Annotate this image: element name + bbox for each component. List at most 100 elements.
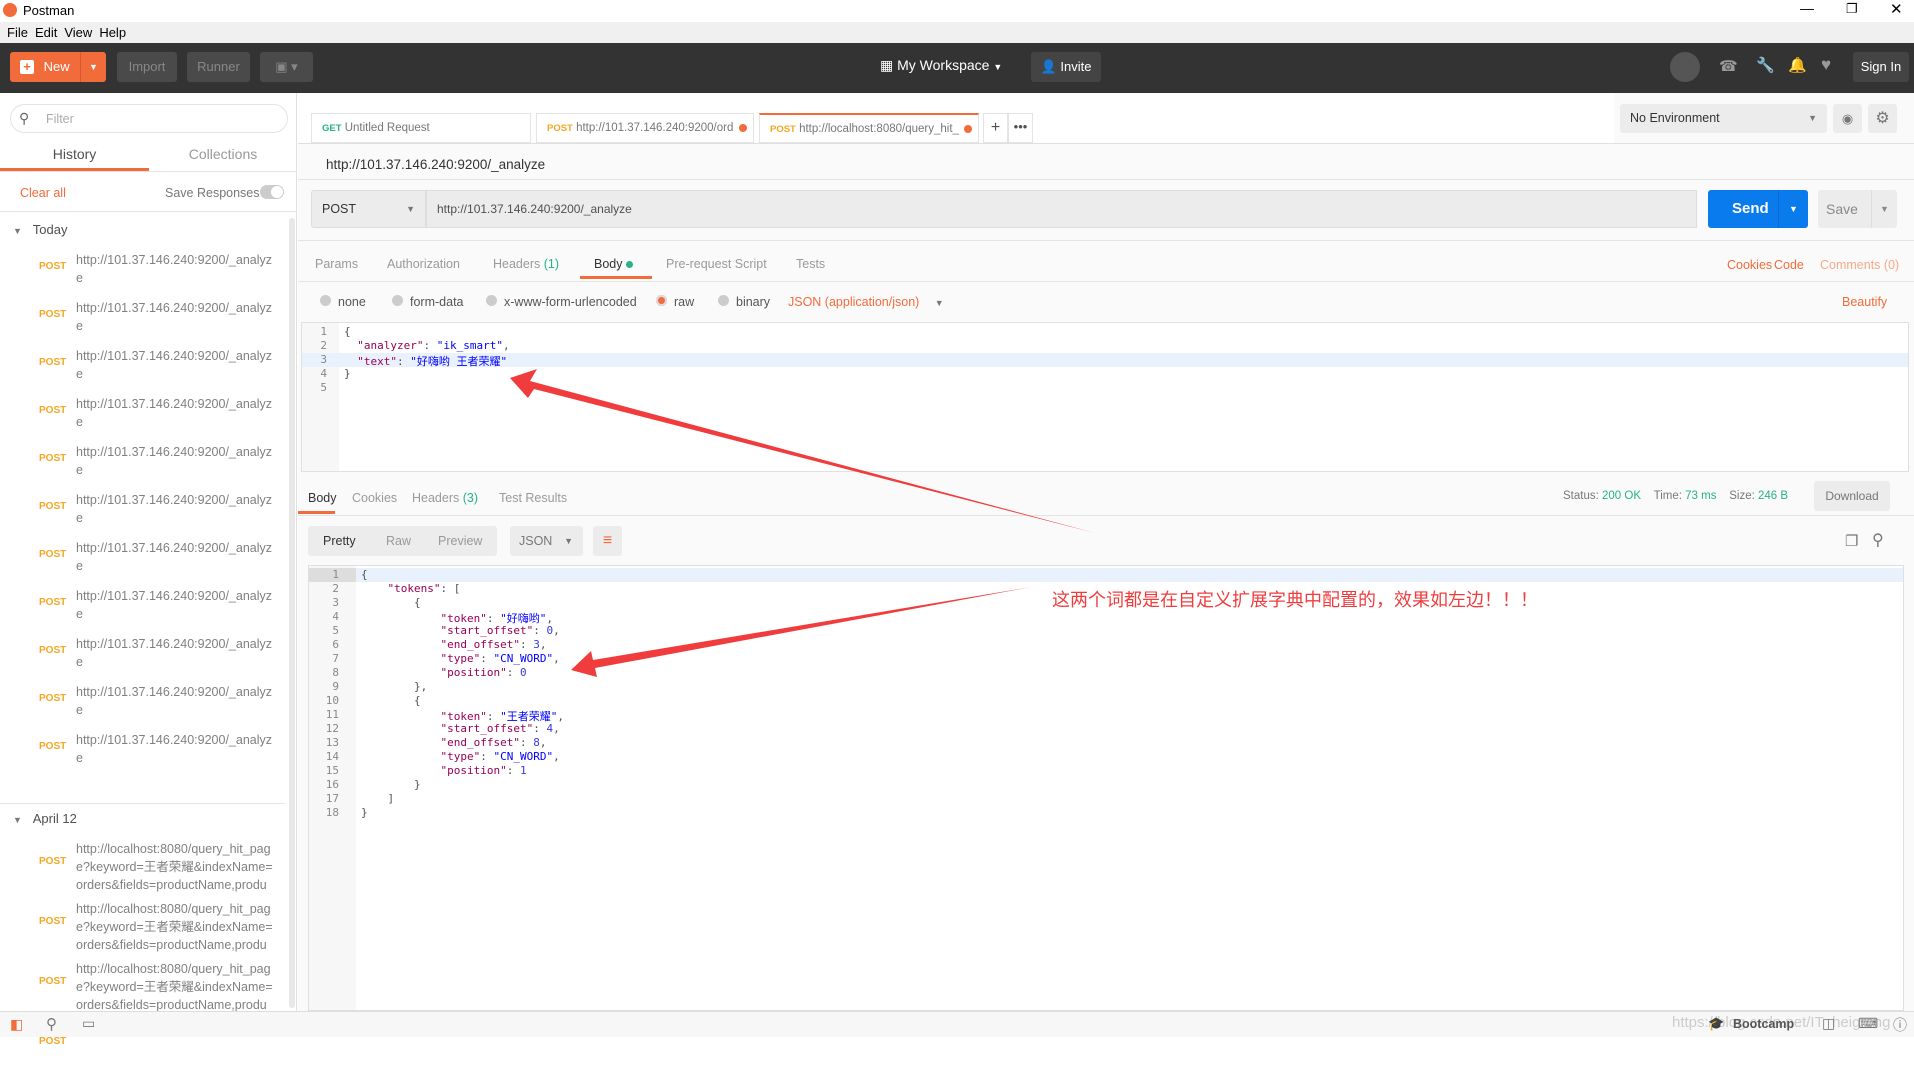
send-button[interactable]: Send ▼	[1708, 190, 1808, 228]
two-pane-icon[interactable]: ◫	[1822, 1015, 1835, 1032]
menu-file[interactable]: File	[7, 25, 28, 40]
eye-icon[interactable]: ◉	[1833, 104, 1862, 133]
comments-link[interactable]: Comments (0)	[1820, 258, 1899, 272]
wrench-icon[interactable]: 🔧	[1756, 56, 1775, 74]
clear-all-link[interactable]: Clear all	[20, 186, 66, 200]
sync-icon[interactable]	[1670, 52, 1700, 82]
restore-button[interactable]: ❐	[1846, 1, 1858, 17]
invite-button[interactable]: 👤 Invite	[1031, 52, 1101, 82]
bootcamp-link[interactable]: Bootcamp	[1733, 1017, 1794, 1031]
body-type-x-www-form-urlencoded[interactable]: x-www-form-urlencoded	[486, 295, 637, 309]
history-item[interactable]: POST http://101.37.146.240:9200/_analyze	[0, 297, 285, 345]
menu-help[interactable]: Help	[99, 25, 126, 40]
wrap-lines-icon[interactable]: ≡	[593, 526, 622, 556]
history-item[interactable]: POST http://101.37.146.240:9200/_analyze	[0, 489, 285, 537]
save-responses-label: Save Responses	[165, 186, 260, 200]
url-input[interactable]: http://101.37.146.240:9200/_analyze	[426, 190, 1697, 228]
history-item[interactable]: POST http://101.37.146.240:9200/_analyze	[0, 393, 285, 441]
tab-headers[interactable]: Headers (1)	[493, 257, 559, 271]
format-select[interactable]: JSON ▼	[510, 526, 583, 556]
body-type-form-data[interactable]: form-data	[392, 295, 464, 309]
history-item[interactable]: POST http://localhost:8080/query_hit_page…	[0, 958, 285, 1018]
search-icon[interactable]: ⚲	[1872, 530, 1884, 550]
menu-edit[interactable]: Edit	[35, 25, 57, 40]
history-item[interactable]: POST http://101.37.146.240:9200/_analyze	[0, 345, 285, 393]
tab-collections[interactable]: Collections	[149, 140, 297, 171]
tab-authorization[interactable]: Authorization	[387, 257, 460, 271]
satellite-icon[interactable]: ☎	[1719, 57, 1738, 75]
toggle-sidebar-icon[interactable]: ◧	[10, 1016, 23, 1033]
minimize-button[interactable]: —	[1800, 0, 1814, 16]
tab-history[interactable]: History	[0, 140, 149, 171]
bootcamp-icon[interactable]: 🎓	[1708, 1016, 1724, 1032]
history-item[interactable]: POST http://101.37.146.240:9200/_analyze	[0, 633, 285, 681]
history-item[interactable]: POST http://101.37.146.240:9200/_analyze	[0, 729, 285, 777]
add-tab-button[interactable]: +	[983, 113, 1008, 143]
content-type-select[interactable]: JSON (application/json) ▼	[788, 295, 944, 309]
radio-icon	[656, 295, 667, 306]
sign-in-button[interactable]: Sign In	[1853, 52, 1909, 82]
beautify-link[interactable]: Beautify	[1842, 295, 1887, 309]
response-tab-test-results[interactable]: Test Results	[499, 491, 567, 505]
response-tab-cookies[interactable]: Cookies	[352, 491, 397, 505]
heart-icon[interactable]: ♥	[1821, 55, 1831, 75]
save-button[interactable]: Save ▼	[1818, 190, 1897, 228]
new-button[interactable]: + New ▼	[10, 52, 106, 82]
history-item[interactable]: POST http://localhost:8080/query_hit_page…	[0, 898, 285, 958]
find-icon[interactable]: ⚲	[46, 1015, 57, 1033]
scrollbar[interactable]	[289, 218, 295, 1008]
history-item[interactable]: POST http://101.37.146.240:9200/_analyze	[0, 681, 285, 729]
history-item[interactable]: POST http://101.37.146.240:9200/_analyze	[0, 537, 285, 585]
new-window-button[interactable]: ▣ ▾	[260, 52, 313, 82]
code-link[interactable]: Code	[1774, 258, 1804, 272]
view-raw[interactable]: Raw	[386, 526, 411, 556]
method-select[interactable]: POST ▼	[311, 190, 426, 228]
code-line: ]	[361, 792, 395, 805]
response-tab-headers[interactable]: Headers (3)	[412, 491, 478, 505]
history-group-header[interactable]: ▼ Today	[13, 222, 67, 237]
tab-body[interactable]: Body	[594, 257, 633, 271]
header: + New ▼ Import Runner ▣ ▾ ▦ My Workspace…	[0, 43, 1914, 93]
code-line: }	[361, 778, 421, 791]
copy-icon[interactable]: ❐	[1845, 532, 1858, 550]
save-responses-toggle[interactable]	[260, 185, 284, 199]
history-item[interactable]: POST http://101.37.146.240:9200/_analyze	[0, 249, 285, 297]
history-item[interactable]: POST http://101.37.146.240:9200/_analyze	[0, 441, 285, 489]
cookies-link[interactable]: Cookies	[1727, 258, 1772, 272]
keyboard-icon[interactable]: ⌨	[1858, 1015, 1878, 1032]
request-body-editor[interactable]: 1{2 "analyzer": "ik_smart", 3 "text": "好嗨…	[301, 322, 1909, 472]
close-button[interactable]: ✕	[1890, 0, 1903, 18]
request-tab[interactable]: POST http://101.37.146.240:9200/ord	[536, 113, 754, 143]
tab-pre-request-script[interactable]: Pre-request Script	[666, 257, 767, 271]
request-tab[interactable]: POST http://localhost:8080/query_hit_	[759, 113, 979, 143]
workspace-selector[interactable]: ▦ My Workspace ▼	[880, 57, 1002, 74]
body-type-none[interactable]: none	[320, 295, 366, 309]
view-preview[interactable]: Preview	[438, 526, 482, 556]
history-item[interactable]: POST http://localhost:8080/query_hit_page…	[0, 838, 285, 898]
environment-select[interactable]: No Environment ▼	[1620, 104, 1827, 133]
import-button[interactable]: Import	[117, 52, 177, 82]
body-type-binary[interactable]: binary	[718, 295, 770, 309]
menu-view[interactable]: View	[64, 25, 92, 40]
history-group-header[interactable]: ▼ April 12	[13, 811, 77, 826]
bell-icon[interactable]: 🔔	[1788, 56, 1807, 74]
tab-tests[interactable]: Tests	[796, 257, 825, 271]
chevron-down-icon[interactable]: ▼	[80, 52, 106, 82]
history-item[interactable]: POST http://101.37.146.240:9200/_analyze	[0, 585, 285, 633]
gear-icon[interactable]: ⚙	[1868, 104, 1897, 133]
request-tab[interactable]: GET Untitled Request	[311, 113, 531, 143]
download-button[interactable]: Download	[1814, 481, 1890, 511]
response-tab-body[interactable]: Body	[308, 491, 337, 505]
grid-icon: ▦	[880, 57, 894, 73]
code-line: },	[361, 680, 428, 693]
code-line: {	[344, 325, 351, 338]
more-tabs-button[interactable]: •••	[1008, 113, 1033, 143]
console-icon[interactable]: ▭	[82, 1015, 95, 1032]
view-pretty[interactable]: Pretty	[323, 526, 356, 556]
filter-input[interactable]: ⚲ Filter	[10, 104, 288, 133]
postman-logo-icon	[3, 3, 17, 17]
tab-params[interactable]: Params	[315, 257, 358, 271]
runner-button[interactable]: Runner	[187, 52, 250, 82]
help-icon[interactable]: ⓘ	[1893, 1015, 1907, 1035]
body-type-raw[interactable]: raw	[656, 295, 694, 309]
